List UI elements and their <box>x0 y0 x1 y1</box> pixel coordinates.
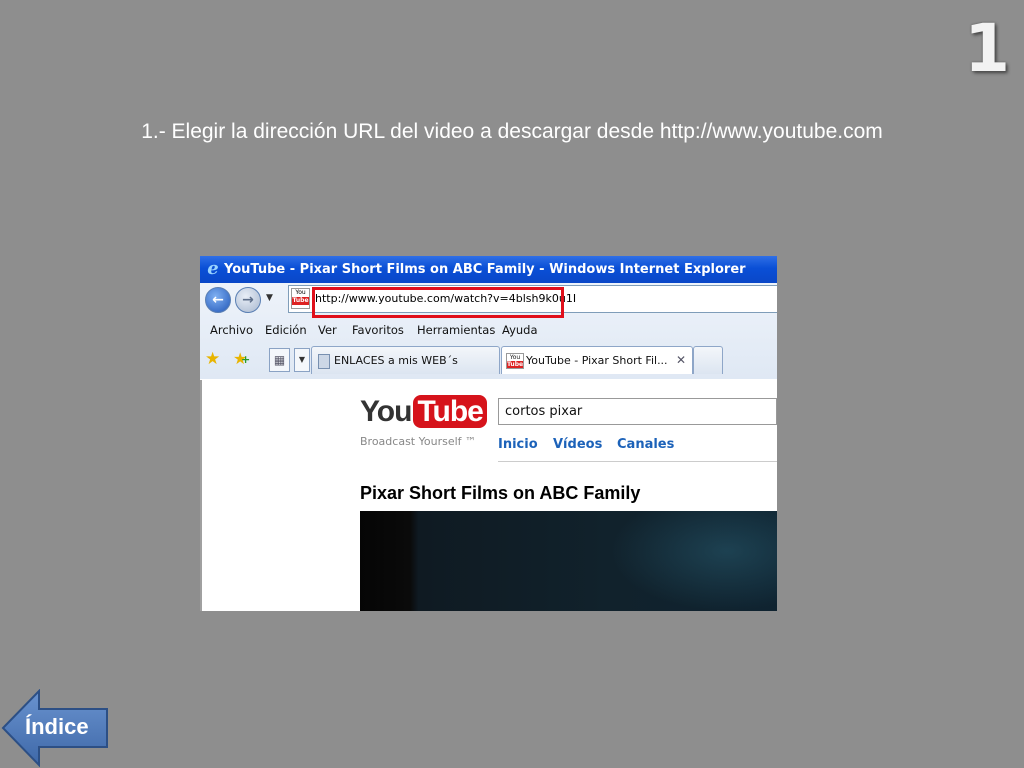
browser-screenshot: e YouTube - Pixar Short Films on ABC Fam… <box>200 256 777 611</box>
window-title: YouTube - Pixar Short Films on ABC Famil… <box>224 262 746 277</box>
tab-label: ENLACES a mis WEB´s <box>334 354 458 367</box>
page-icon <box>318 354 330 369</box>
video-frame <box>610 511 777 611</box>
step-caption: 1.- Elegir la dirección URL del video a … <box>141 120 883 143</box>
favorites-star-icon[interactable]: ★ <box>205 349 220 369</box>
forward-button[interactable]: → <box>235 287 261 313</box>
recent-pages-dropdown[interactable]: ▼ <box>266 293 273 303</box>
index-button[interactable]: Índice <box>1 689 109 767</box>
search-input[interactable]: cortos pixar <box>498 398 777 425</box>
menu-edicion[interactable]: Edición <box>265 319 307 341</box>
menu-ver[interactable]: Ver <box>318 319 337 341</box>
nav-canales-link[interactable]: Canales <box>617 437 674 452</box>
menu-archivo[interactable]: Archivo <box>210 319 253 341</box>
tab-label: YouTube - Pixar Short Fil... <box>526 354 668 367</box>
add-favorite-icon[interactable]: ★ + <box>233 349 250 368</box>
close-tab-icon[interactable]: ✕ <box>676 347 686 374</box>
slide-number: 1 <box>964 10 1010 87</box>
url-highlight-box <box>312 287 564 318</box>
index-label: Índice <box>25 714 89 739</box>
youtube-logo[interactable]: You Tube <box>360 394 487 430</box>
nav-videos-link[interactable]: Vídeos <box>553 437 602 452</box>
back-button[interactable]: ← <box>205 287 231 313</box>
video-title: Pixar Short Films on ABC Family <box>360 483 641 503</box>
tab-list-dropdown[interactable]: ▼ <box>294 348 310 372</box>
menu-bar: Archivo Edición Ver Favoritos Herramient… <box>200 319 777 341</box>
window-titlebar: e YouTube - Pixar Short Films on ABC Fam… <box>200 256 777 283</box>
favorites-tab-bar: ★ ★ + ▦ ▼ ENLACES a mis WEB´s You Tube Yo… <box>200 343 777 379</box>
new-tab-button[interactable] <box>693 346 723 374</box>
tab-youtube[interactable]: You Tube YouTube - Pixar Short Fil... ✕ <box>501 346 693 374</box>
quick-tabs-icon[interactable]: ▦ <box>269 348 290 372</box>
video-player[interactable] <box>360 511 777 611</box>
tab-enlaces[interactable]: ENLACES a mis WEB´s <box>311 346 500 374</box>
menu-herramientas[interactable]: Herramientas <box>417 319 495 341</box>
internet-explorer-icon: e <box>207 258 219 279</box>
menu-ayuda[interactable]: Ayuda <box>502 319 538 341</box>
menu-favoritos[interactable]: Favoritos <box>352 319 404 341</box>
youtube-favicon-icon: You Tube <box>506 353 524 369</box>
page-border <box>200 380 202 611</box>
youtube-slogan: Broadcast Yourself ™ <box>360 435 477 448</box>
nav-divider <box>498 461 777 462</box>
youtube-page: You Tube Broadcast Yourself ™ cortos pixa… <box>200 380 777 611</box>
youtube-favicon-icon: You Tube <box>291 288 310 309</box>
nav-inicio-link[interactable]: Inicio <box>498 437 538 452</box>
